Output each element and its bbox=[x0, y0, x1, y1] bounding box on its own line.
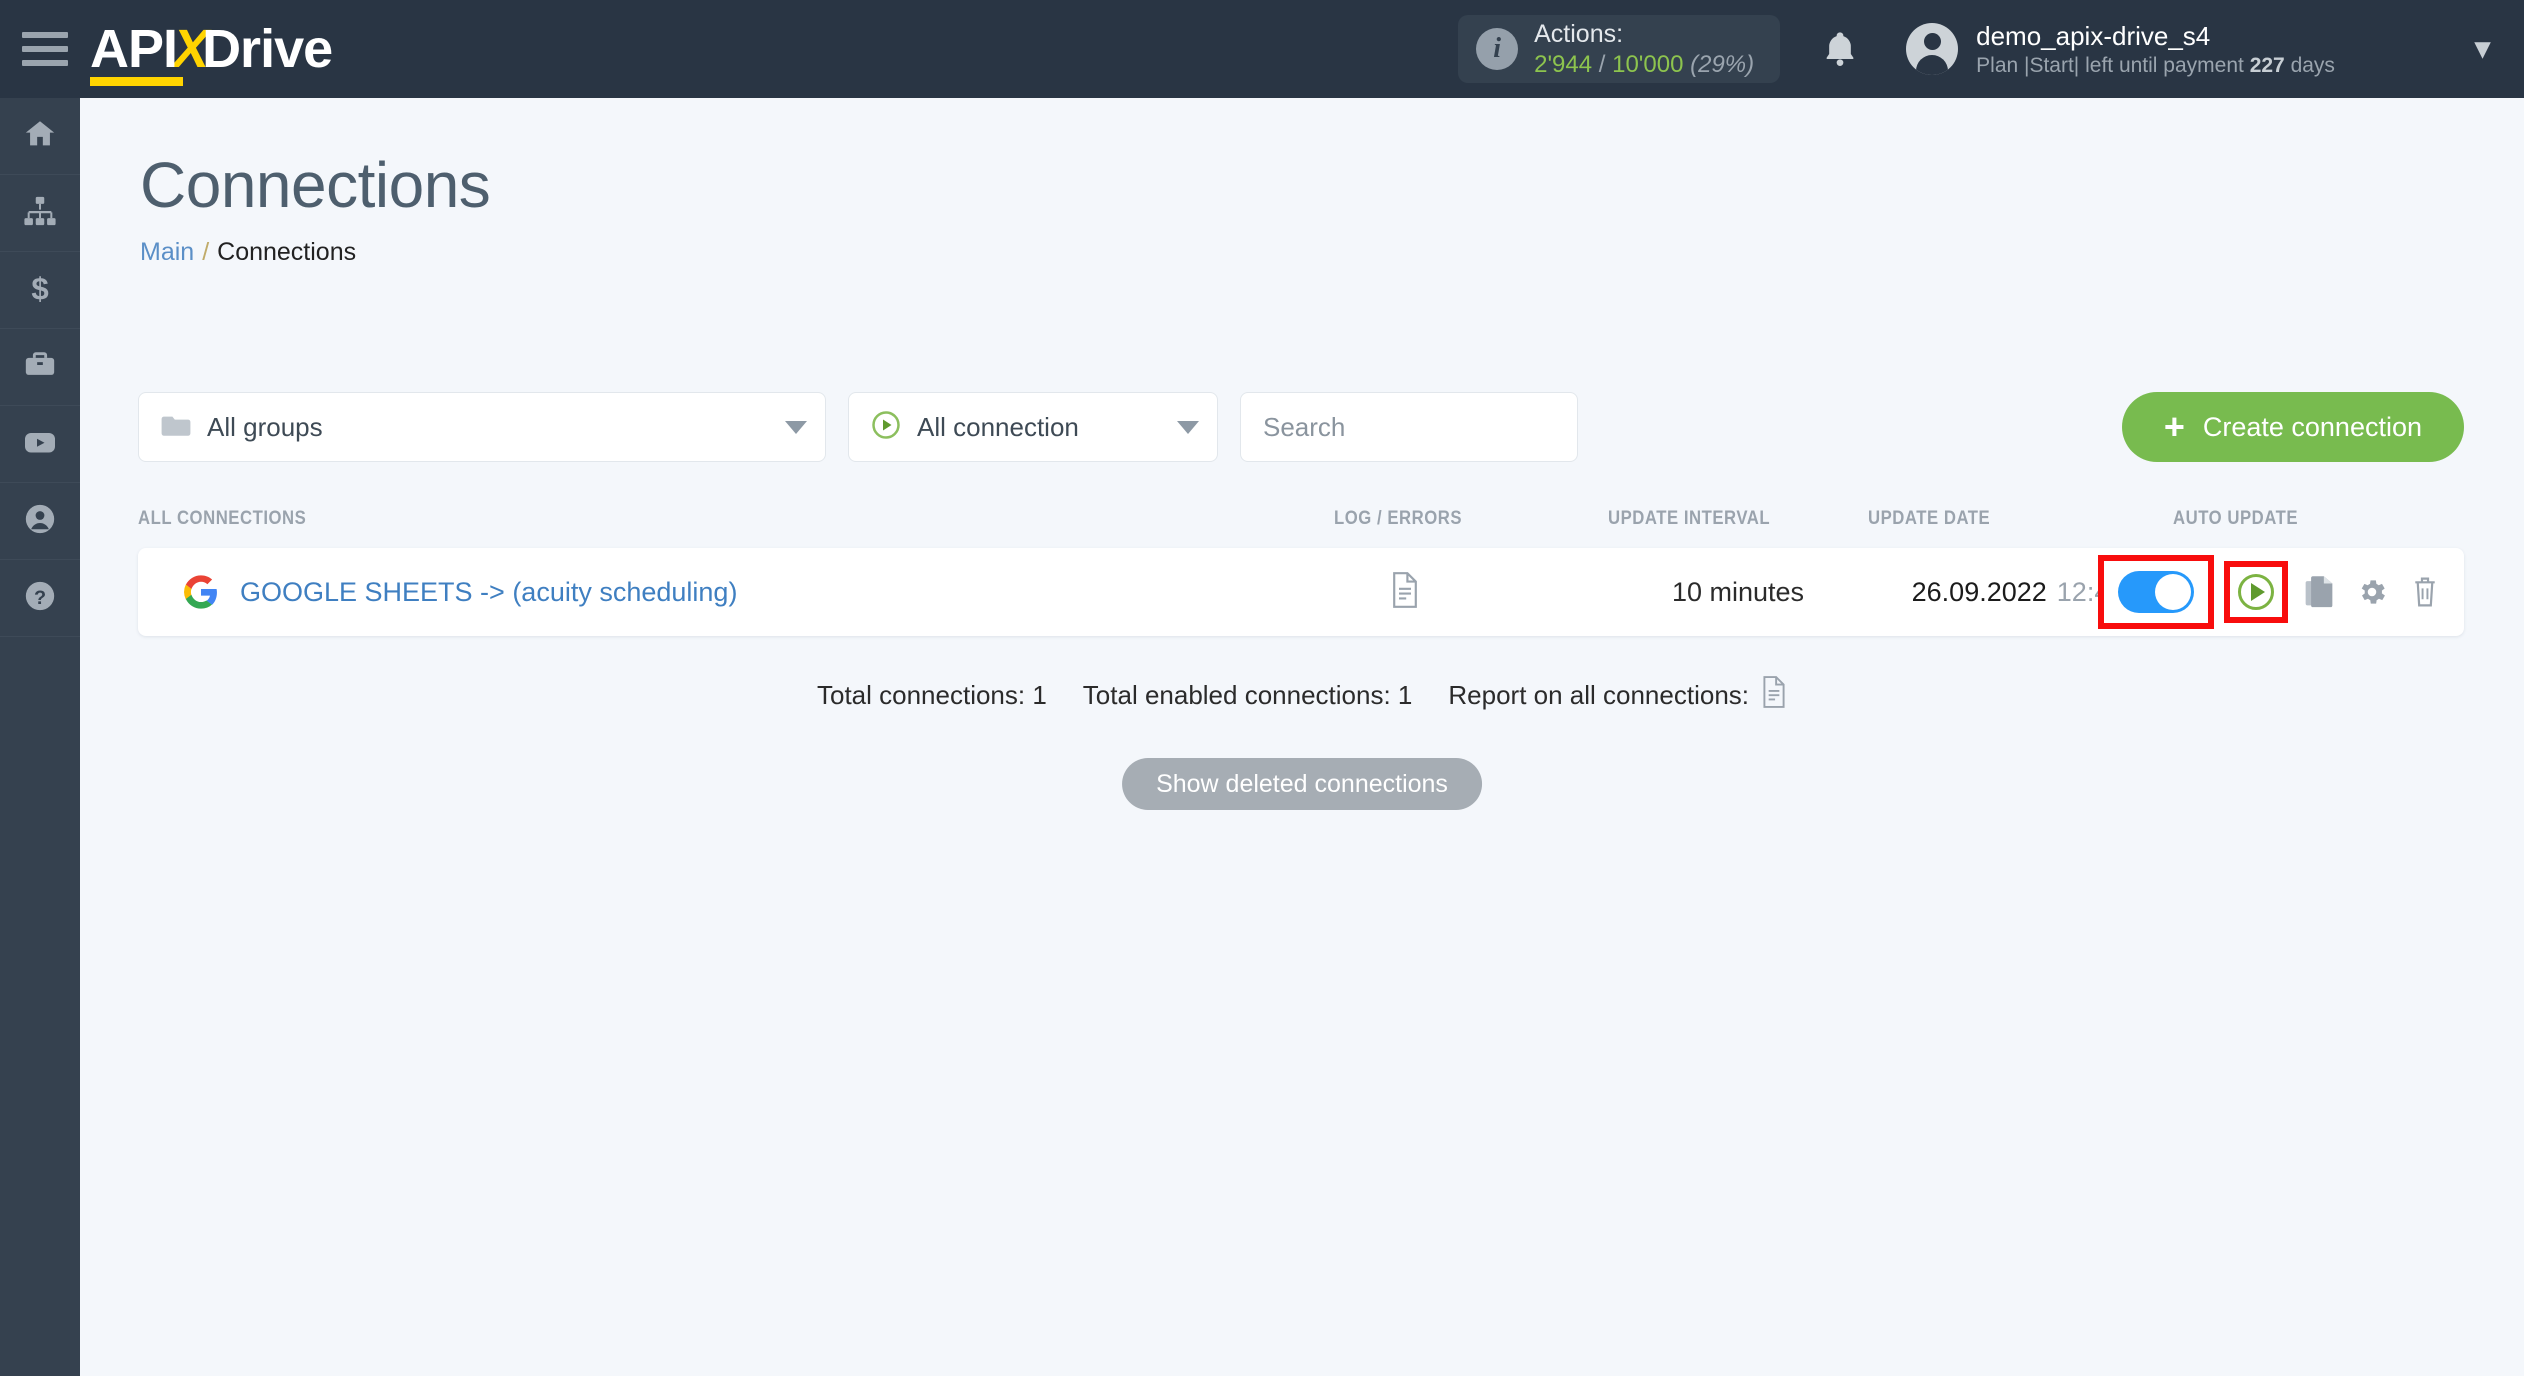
log-errors-cell bbox=[1390, 548, 1420, 636]
user-name: demo_apix-drive_s4 bbox=[1976, 20, 2211, 51]
totals-row: Total connections: 1 Total enabled conne… bbox=[80, 676, 2524, 715]
document-icon[interactable] bbox=[1390, 571, 1420, 613]
plus-icon: + bbox=[2163, 406, 2185, 447]
svg-text:$: $ bbox=[31, 271, 48, 305]
create-connection-label: Create connection bbox=[2202, 411, 2422, 442]
avatar bbox=[1906, 23, 1959, 75]
auto-update-toggle-highlight bbox=[2098, 555, 2214, 629]
sidebar-item-account[interactable] bbox=[0, 483, 80, 560]
hamburger-icon[interactable] bbox=[22, 32, 68, 66]
home-icon bbox=[23, 117, 57, 156]
info-icon: i bbox=[1476, 28, 1519, 70]
user-plan-info: Plan |Start| left until payment 227 days bbox=[1976, 52, 2335, 79]
sitemap-icon bbox=[23, 194, 57, 233]
actions-percent: (29%) bbox=[1690, 50, 1755, 78]
connection-name-text: GOOGLE SHEETS -> (acuity scheduling) bbox=[240, 576, 738, 607]
connection-name-link[interactable]: GOOGLE SHEETS -> (acuity scheduling) bbox=[184, 548, 737, 636]
search-input[interactable] bbox=[1263, 411, 1555, 443]
youtube-icon bbox=[22, 424, 58, 465]
run-connection-button[interactable] bbox=[2238, 574, 2274, 610]
chevron-down-icon[interactable]: ▾ bbox=[2475, 34, 2490, 64]
main-content: Connections Main / Connections All groups … bbox=[80, 98, 2524, 1376]
show-deleted-connections-button[interactable]: Show deleted connections bbox=[1122, 758, 1482, 810]
toggle-knob bbox=[2155, 574, 2191, 610]
column-header-name: ALL CONNECTIONS bbox=[138, 508, 307, 529]
left-sidebar: $ ? bbox=[0, 98, 80, 1376]
notification-bell-icon[interactable] bbox=[1820, 26, 1860, 72]
actions-separator: / bbox=[1598, 50, 1606, 78]
plan-days: 227 bbox=[2249, 53, 2285, 77]
question-circle-icon: ? bbox=[23, 579, 57, 618]
column-header-interval: UPDATE INTERVAL bbox=[1608, 508, 1771, 529]
document-icon[interactable] bbox=[1761, 676, 1787, 715]
breadcrumb-separator: / bbox=[202, 238, 210, 266]
logo-api-text: API bbox=[90, 19, 178, 79]
plan-suffix: days bbox=[2284, 53, 2335, 77]
settings-connection-button[interactable] bbox=[2356, 576, 2388, 608]
breadcrumb-current: Connections bbox=[217, 238, 357, 266]
connection-filter-select[interactable]: All connection bbox=[848, 392, 1218, 462]
table-header-row: ALL CONNECTIONS LOG / ERRORS UPDATE INTE… bbox=[138, 508, 2464, 532]
chevron-down-icon bbox=[1177, 420, 1199, 434]
top-header-bar: APIXDrive i Actions: 2'944 / 10'000 (29%… bbox=[0, 0, 2524, 98]
sidebar-item-home[interactable] bbox=[0, 98, 80, 175]
user-info: demo_apix-drive_s4 Plan |Start| left unt… bbox=[1976, 20, 2335, 79]
search-box[interactable] bbox=[1240, 392, 1578, 462]
apix-drive-logo[interactable]: APIXDrive bbox=[90, 18, 333, 80]
filter-bar: All groups All connection bbox=[138, 392, 1578, 462]
group-filter-select[interactable]: All groups bbox=[138, 392, 826, 462]
chevron-down-icon bbox=[785, 420, 807, 434]
auto-update-toggle[interactable] bbox=[2118, 571, 2194, 613]
copy-connection-button[interactable] bbox=[2304, 575, 2334, 609]
sidebar-item-connections[interactable] bbox=[0, 175, 80, 252]
play-circle-icon bbox=[871, 410, 901, 445]
plan-prefix: Plan |Start| left until payment bbox=[1976, 53, 2250, 77]
page-title: Connections bbox=[140, 149, 491, 221]
column-header-auto: AUTO UPDATE bbox=[2173, 508, 2299, 529]
group-filter-value: All groups bbox=[207, 411, 323, 442]
user-circle-icon bbox=[23, 502, 57, 541]
column-header-log: LOG / ERRORS bbox=[1334, 508, 1463, 529]
connection-filter-value: All connection bbox=[917, 411, 1079, 442]
google-icon bbox=[184, 575, 218, 609]
logo-drive-text: Drive bbox=[202, 19, 333, 79]
report-all-connections: Report on all connections: bbox=[1448, 676, 1787, 715]
breadcrumb: Main / Connections bbox=[140, 238, 356, 267]
sidebar-item-billing[interactable]: $ bbox=[0, 252, 80, 329]
report-label: Report on all connections: bbox=[1448, 680, 1749, 710]
total-enabled-text: Total enabled connections: 1 bbox=[1082, 680, 1413, 710]
create-connection-button[interactable]: + Create connection bbox=[2121, 392, 2464, 462]
actions-used: 2'944 bbox=[1534, 50, 1593, 78]
row-actions bbox=[2098, 548, 2440, 636]
total-connections-text: Total connections: 1 bbox=[816, 680, 1047, 710]
folder-icon bbox=[161, 413, 191, 442]
actions-limit: 10'000 bbox=[1612, 50, 1684, 78]
breadcrumb-main-link[interactable]: Main bbox=[140, 238, 194, 266]
table-row: GOOGLE SHEETS -> (acuity scheduling) 10 … bbox=[138, 548, 2464, 636]
dollar-icon: $ bbox=[23, 271, 57, 310]
actions-values: 2'944 / 10'000 (29%) bbox=[1534, 50, 1754, 79]
delete-connection-button[interactable] bbox=[2410, 575, 2440, 609]
actions-quota-text: Actions: 2'944 / 10'000 (29%) bbox=[1534, 20, 1754, 79]
svg-text:?: ? bbox=[34, 586, 46, 608]
run-connection-highlight bbox=[2224, 561, 2288, 623]
sidebar-item-help[interactable]: ? bbox=[0, 560, 80, 637]
actions-label: Actions: bbox=[1534, 19, 1624, 48]
sidebar-item-business[interactable] bbox=[0, 329, 80, 406]
briefcase-icon bbox=[23, 348, 57, 387]
user-account-menu[interactable]: demo_apix-drive_s4 Plan |Start| left unt… bbox=[1906, 20, 2335, 79]
update-date-value: 26.09.2022 bbox=[1911, 576, 2047, 607]
sidebar-item-video[interactable] bbox=[0, 406, 80, 483]
run-icon bbox=[2251, 583, 2265, 601]
column-header-date: UPDATE DATE bbox=[1868, 508, 1991, 529]
actions-quota-badge[interactable]: i Actions: 2'944 / 10'000 (29%) bbox=[1458, 15, 1781, 83]
